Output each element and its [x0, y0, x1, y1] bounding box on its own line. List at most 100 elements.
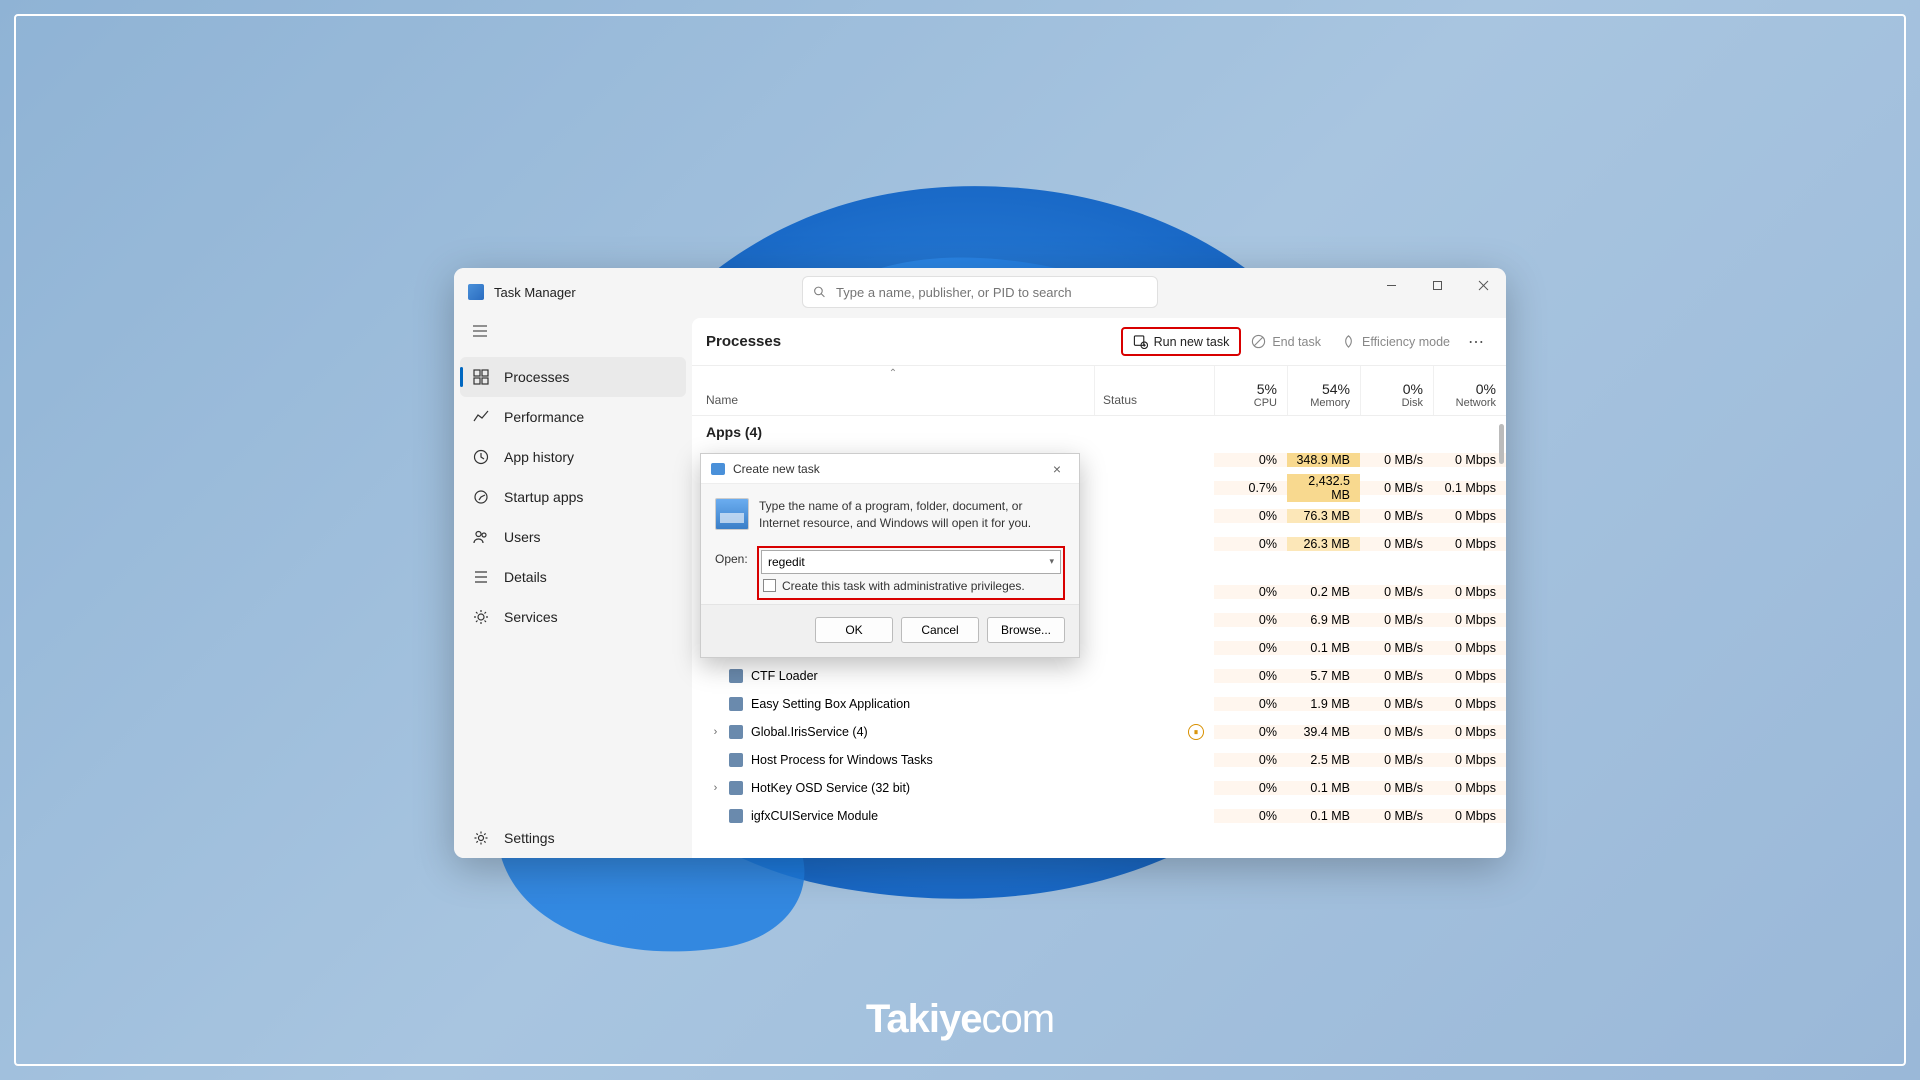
- table-row[interactable]: ›Global.IrisService (4)⏸0%39.4 MB0 MB/s0…: [692, 718, 1506, 746]
- sidebar-item-label: Performance: [504, 409, 584, 425]
- sidebar-item-processes[interactable]: Processes: [460, 357, 686, 397]
- table-row[interactable]: ›igfxCUIService Module0%0.1 MB0 MB/s0 Mb…: [692, 802, 1506, 830]
- details-icon: [472, 568, 490, 586]
- process-name: Easy Setting Box Application: [751, 697, 910, 711]
- window-controls: [1368, 268, 1506, 302]
- more-button[interactable]: ⋯: [1460, 326, 1492, 358]
- sidebar-item-performance[interactable]: Performance: [454, 397, 692, 437]
- col-status[interactable]: Status: [1094, 366, 1214, 415]
- table-row[interactable]: ›CTF Loader0%5.7 MB0 MB/s0 Mbps: [692, 662, 1506, 690]
- sidebar-item-label: App history: [504, 449, 574, 465]
- sidebar-item-label: Services: [504, 609, 558, 625]
- admin-checkbox[interactable]: [763, 579, 776, 592]
- process-name: Global.IrisService (4): [751, 725, 868, 739]
- search-input[interactable]: [836, 285, 1147, 300]
- sidebar-item-details[interactable]: Details: [454, 557, 692, 597]
- watermark: Takiyecom: [866, 997, 1054, 1042]
- cell-network: 0 Mbps: [1433, 641, 1506, 655]
- sidebar-item-startup-apps[interactable]: Startup apps: [454, 477, 692, 517]
- process-icon: [729, 781, 743, 795]
- cell-network: 0 Mbps: [1433, 613, 1506, 627]
- cell-status: ⏸: [1094, 724, 1214, 740]
- process-name: Host Process for Windows Tasks: [751, 753, 933, 767]
- window-title: Task Manager: [494, 285, 576, 300]
- hamburger-button[interactable]: [454, 318, 692, 357]
- run-task-icon: [1133, 334, 1148, 349]
- cell-disk: 0 MB/s: [1360, 809, 1433, 823]
- toolbar: Processes Run new task End task Efficien…: [692, 318, 1506, 366]
- cancel-button[interactable]: Cancel: [901, 617, 979, 643]
- end-task-button[interactable]: End task: [1241, 328, 1331, 355]
- dialog-close-button[interactable]: ×: [1045, 461, 1069, 477]
- cell-network: 0 Mbps: [1433, 453, 1506, 467]
- efficiency-icon: [1341, 334, 1356, 349]
- cell-cpu: 0%: [1214, 697, 1287, 711]
- sidebar-item-services[interactable]: Services: [454, 597, 692, 637]
- open-combobox[interactable]: regedit ▾: [761, 550, 1061, 574]
- sidebar-item-users[interactable]: Users: [454, 517, 692, 557]
- expand-chevron-icon[interactable]: ›: [710, 782, 721, 794]
- cell-network: 0 Mbps: [1433, 669, 1506, 683]
- cell-cpu: 0%: [1214, 453, 1287, 467]
- cell-network: 0 Mbps: [1433, 537, 1506, 551]
- cell-cpu: 0.7%: [1214, 481, 1287, 495]
- sidebar-item-label: Startup apps: [504, 489, 583, 505]
- minimize-button[interactable]: [1368, 268, 1414, 302]
- col-disk[interactable]: 0%Disk: [1360, 366, 1433, 415]
- cell-disk: 0 MB/s: [1360, 585, 1433, 599]
- table-row[interactable]: ›HotKey OSD Service (32 bit)0%0.1 MB0 MB…: [692, 774, 1506, 802]
- cell-memory: 39.4 MB: [1287, 725, 1360, 739]
- cell-memory: 0.1 MB: [1287, 781, 1360, 795]
- browse-button[interactable]: Browse...: [987, 617, 1065, 643]
- process-icon: [729, 809, 743, 823]
- table-row[interactable]: ›Easy Setting Box Application 0%1.9 MB 0 M…: [692, 690, 1506, 718]
- dialog-app-icon: [711, 463, 725, 475]
- expand-chevron-icon[interactable]: ›: [710, 726, 721, 738]
- process-icon: [729, 697, 743, 711]
- process-name: igfxCUIService Module: [751, 809, 878, 823]
- process-name: CTF Loader: [751, 669, 818, 683]
- cell-memory: 348.9 MB: [1287, 453, 1360, 467]
- users-icon: [472, 528, 490, 546]
- cell-cpu: 0%: [1214, 725, 1287, 739]
- cell-network: 0 Mbps: [1433, 809, 1506, 823]
- cell-memory: 6.9 MB: [1287, 613, 1360, 627]
- cell-memory: 1.9 MB: [1287, 697, 1360, 711]
- cell-cpu: 0%: [1214, 585, 1287, 599]
- col-memory[interactable]: 54%Memory: [1287, 366, 1360, 415]
- sidebar-item-label: Users: [504, 529, 541, 545]
- cell-disk: 0 MB/s: [1360, 641, 1433, 655]
- create-new-task-dialog: Create new task × Type the name of a pro…: [700, 453, 1080, 658]
- maximize-button[interactable]: [1414, 268, 1460, 302]
- cell-network: 0 Mbps: [1433, 697, 1506, 711]
- ok-button[interactable]: OK: [815, 617, 893, 643]
- chevron-down-icon: ▾: [1049, 556, 1054, 567]
- sidebar-item-settings[interactable]: Settings: [454, 818, 692, 858]
- sidebar-item-app-history[interactable]: App history: [454, 437, 692, 477]
- search-box[interactable]: [802, 276, 1158, 308]
- scrollbar-thumb[interactable]: [1499, 424, 1504, 464]
- dialog-title: Create new task: [733, 462, 1045, 476]
- efficiency-mode-button[interactable]: Efficiency mode: [1331, 328, 1460, 355]
- process-icon: [729, 725, 743, 739]
- cell-memory: 0.1 MB: [1287, 809, 1360, 823]
- cell-cpu: 0%: [1214, 509, 1287, 523]
- cell-disk: 0 MB/s: [1360, 725, 1433, 739]
- col-name[interactable]: ⌃Name: [692, 366, 1094, 415]
- page-title: Processes: [706, 333, 781, 350]
- open-label: Open:: [715, 546, 747, 566]
- col-network[interactable]: 0%Network: [1433, 366, 1506, 415]
- open-value: regedit: [768, 555, 805, 569]
- cell-name: ›Easy Setting Box Application: [692, 697, 1094, 711]
- cell-memory: 5.7 MB: [1287, 669, 1360, 683]
- cell-cpu: 0%: [1214, 537, 1287, 551]
- cell-cpu: 0%: [1214, 753, 1287, 767]
- col-cpu[interactable]: 5%CPU: [1214, 366, 1287, 415]
- close-button[interactable]: [1460, 268, 1506, 302]
- dialog-titlebar: Create new task ×: [701, 454, 1079, 484]
- table-row[interactable]: ›Host Process for Windows Tasks0%2.5 MB0…: [692, 746, 1506, 774]
- run-new-task-button[interactable]: Run new task: [1121, 327, 1242, 356]
- admin-check-label: Create this task with administrative pri…: [782, 579, 1025, 593]
- cell-disk: 0 MB/s: [1360, 537, 1433, 551]
- dialog-message: Type the name of a program, folder, docu…: [759, 498, 1065, 532]
